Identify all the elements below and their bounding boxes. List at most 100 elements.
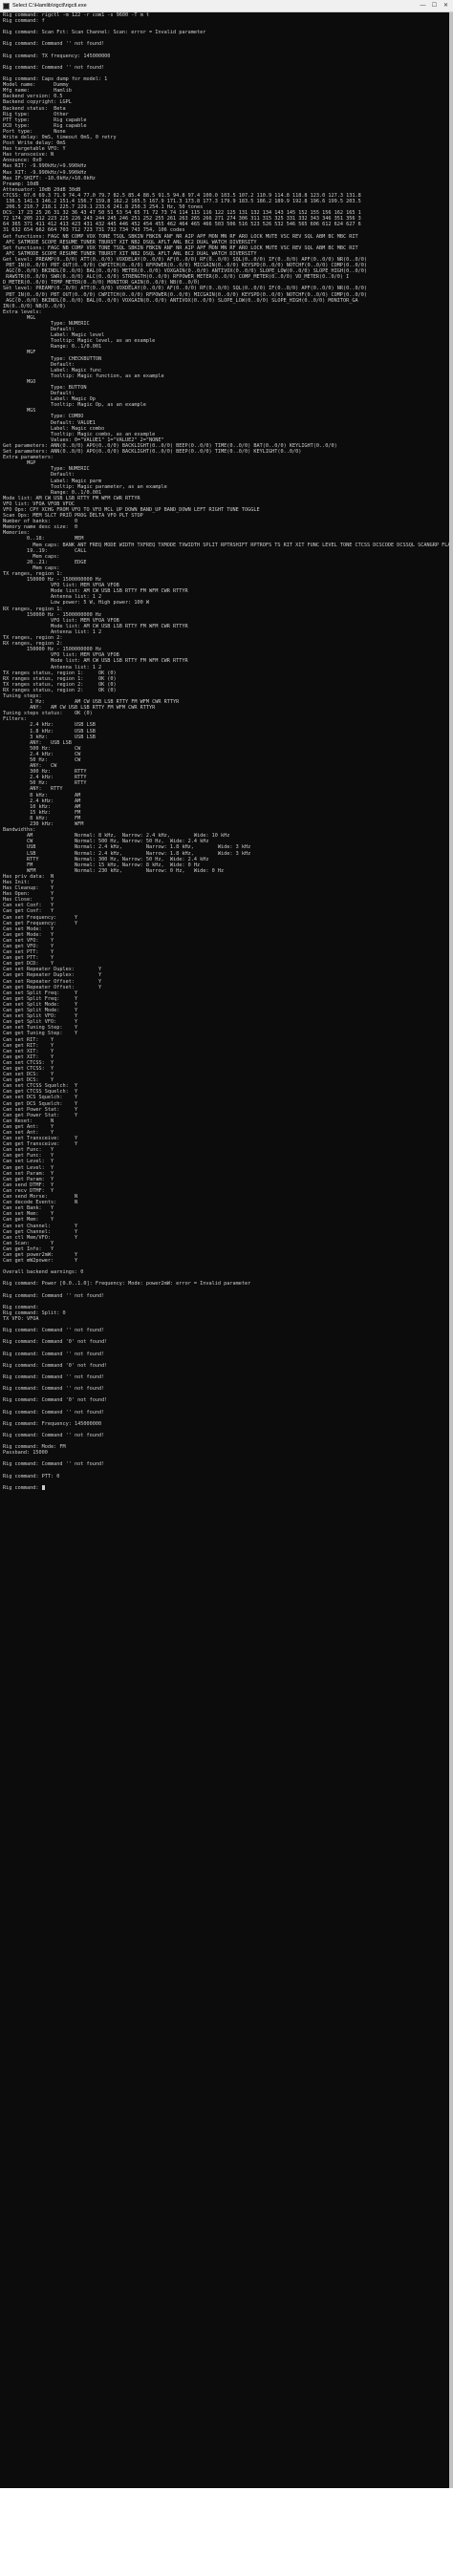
- console-line: Tooltip: Magic Op, as an example: [3, 402, 146, 409]
- console-line: Type: CHECKBUTTON: [3, 355, 102, 362]
- console-line: 50 Hz: RTTY: [3, 780, 87, 787]
- maximize-button[interactable]: ☐: [430, 2, 439, 11]
- console-line: Can get Tuning Step: Y: [3, 1031, 78, 1037]
- console-line: TX ranges status, region 1: OK (0): [3, 670, 117, 676]
- console-line: Set functions: FAGC NB COMP VOX TONE TSQ…: [3, 245, 358, 251]
- console-line: Antenna list: 1 2: [3, 594, 102, 601]
- console-line: Rig command: Mode: FM: [3, 1444, 66, 1451]
- console-line: Mode list: AM CW USB LSB RTTY FM WFM CWR…: [3, 623, 188, 629]
- console-line: Max IF-SHIFT: -10.0kHz/+10.0kHz: [3, 175, 96, 181]
- console-line: Tooltip: Magic combo, as an example: [3, 431, 156, 437]
- console-line: Can get DCD: Y: [3, 961, 54, 968]
- console-line: Tooltip: Magic level, as an example: [3, 338, 156, 345]
- console-line: Rig command: Command '0' not found!: [3, 1339, 108, 1346]
- console-line: 230 kHz: WFM: [3, 821, 84, 828]
- console-line: RX ranges, region 2:: [3, 641, 63, 648]
- console-line: Rig command: Command '' not found!: [3, 64, 105, 71]
- console-line: Type: BUTTON: [3, 385, 87, 391]
- console-line: PBT_IN(0..0/0) PBT_OUT(0..0/0) CWPITCH(0…: [3, 291, 368, 298]
- console-line: Can set Power Stat: Y: [3, 1106, 78, 1113]
- console-line: Rig command: Command '' not found!: [3, 1373, 105, 1380]
- console-line: Default: VALUE1: [3, 419, 96, 426]
- console-line: Can set VFO: Y: [3, 937, 54, 944]
- console-line: Rig command: Split: 0: [3, 1309, 66, 1316]
- console-line: Range: 0..1/0.001: [3, 344, 102, 351]
- console-line: MGS: [3, 408, 36, 415]
- console-line: Can set Repeater Offset: Y: [3, 978, 102, 985]
- window-titlebar[interactable]: Select C:\Hamlib\rigctl\rigctl.exe — ☐ ✕: [0, 0, 453, 12]
- console-output[interactable]: Rig command: rigctl -m 122 -r com1 -s 96…: [0, 12, 449, 2488]
- console-line: Can set Conf: Y: [3, 903, 54, 909]
- console-line: Rig command: Command '0' not found!: [3, 1362, 108, 1369]
- console-line: Can get Split VFO: Y: [3, 1019, 78, 1026]
- console-line: PTT type: Rig capable: [3, 117, 87, 123]
- console-line: 2.4 kHz: RTTY: [3, 775, 87, 781]
- console-line: Write delay: 0mS, timeout 0mS, 0 retry: [3, 134, 117, 140]
- console-line: Can set Split Freq: Y: [3, 990, 78, 996]
- console-line: Type: NUMERIC: [3, 466, 90, 473]
- console-line: Default:: [3, 327, 75, 333]
- console-line: Tuning steps status: OK (0): [3, 711, 93, 717]
- console-line: 20..21: EDGE: [3, 559, 87, 565]
- console-line: D_METER(0..0/0) TEMP_METER(0..0/0) MONIT…: [3, 280, 201, 287]
- console-line: Rig command: f: [3, 18, 45, 25]
- console-line: Memories:: [3, 530, 31, 537]
- console-line: Can set Transceive: Y: [3, 1136, 78, 1142]
- console-line: Can decode Events: N: [3, 1200, 78, 1206]
- console-line: ANY: USB LSB: [3, 739, 72, 746]
- console-line: Can get mW2power: Y: [3, 1258, 78, 1265]
- console-line: Can get PTT: Y: [3, 955, 54, 962]
- console-line: Preamp: 10dB: [3, 181, 39, 187]
- console-line: Has transceive: N: [3, 152, 54, 159]
- console-line: Type: COMBO: [3, 414, 84, 420]
- console-line: Label: Magic Op: [3, 396, 96, 403]
- console-line: Can get Info: Y: [3, 1245, 54, 1252]
- minimize-button[interactable]: —: [419, 2, 427, 11]
- console-line: Rig command: Command '0' not found!: [3, 1397, 108, 1404]
- console-line: Announce: 0x0: [3, 158, 42, 164]
- console-line: DCD type: Rig capable: [3, 122, 87, 129]
- scrollbar-thumb[interactable]: [449, 12, 453, 2488]
- console-line: 64 365 371 411 412 413 423 431 432 445 4…: [3, 222, 361, 228]
- text-cursor: [41, 1484, 45, 1490]
- console-line: Can set Bank: Y: [3, 1205, 54, 1212]
- console-line: Can get Mem: Y: [3, 1217, 54, 1224]
- console-line: Can set Mode: Y: [3, 926, 54, 932]
- console-line: Label: Magic parm: [3, 478, 102, 484]
- console-line: WFM Normal: 230 kHz, Narrow: 0 Hz, Wide:…: [3, 867, 225, 874]
- console-line: Can recv DTMF: Y: [3, 1187, 54, 1194]
- console-line: Has targetable VFO: Y: [3, 146, 66, 153]
- console-line: Can get Split Mode: Y: [3, 1008, 78, 1014]
- console-line: Can get Func: Y: [3, 1153, 54, 1160]
- console-line: ANY: AM CW USB LSB RTTY FM WFM CWR RTTYR: [3, 705, 156, 712]
- console-line: VFO list: VFOA VFOB VFOC: [3, 500, 75, 507]
- console-line: Rig command: Command '' not found!: [3, 1351, 105, 1357]
- vertical-scrollbar[interactable]: [449, 12, 453, 2488]
- console-line: RX ranges, region 1:: [3, 606, 63, 612]
- console-line: Can get Repeater Offset: Y: [3, 984, 102, 990]
- console-line: Can get Conf: Y: [3, 908, 54, 915]
- console-text: Rig command: rigctl -m 122 -r com1 -s 96…: [3, 12, 449, 1491]
- console-line: 1.8 kHz: USB LSB: [3, 728, 96, 734]
- console-line: ANY: RTTY: [3, 786, 63, 793]
- console-line: Antenna list: 1 2: [3, 628, 102, 635]
- console-line: MGO: [3, 378, 36, 385]
- console-line: Backend copyright: LGPL: [3, 99, 72, 106]
- console-line: 8 kHz: AM: [3, 792, 81, 798]
- console-line: Rig command: Command '' not found!: [3, 1461, 105, 1468]
- console-line: Number of banks: 0: [3, 519, 78, 525]
- console-line: Can set XIT: Y: [3, 1048, 54, 1054]
- console-line: 150000 Hz - 1500000000 Hz: [3, 647, 102, 653]
- console-line: Rig type: Other: [3, 111, 69, 117]
- console-line: Can set Frequency: Y: [3, 914, 78, 921]
- console-line: Values: 0="VALUE1" 1="VALUE2" 2="NONE": [3, 436, 164, 443]
- console-line: Extra parameters:: [3, 455, 54, 461]
- console-line: Mem caps: BANK ANT FREQ MODE WIDTH TXFRE…: [3, 542, 449, 548]
- console-line: 150000 Hz - 1500000000 Hz: [3, 611, 102, 618]
- console-line: AGC(0..0/0) BKINDL(0..0/0) BAL(0..0/0) V…: [3, 297, 358, 304]
- console-line: MGL: [3, 314, 36, 321]
- console-line: CTCSS: 67.0 69.3 71.9 74.4 77.0 79.7 82.…: [3, 192, 361, 199]
- console-line: Can get DCS Squelch: Y: [3, 1100, 78, 1107]
- console-line: Tooltip: Magic function, as an example: [3, 373, 164, 379]
- close-button[interactable]: ✕: [442, 2, 450, 11]
